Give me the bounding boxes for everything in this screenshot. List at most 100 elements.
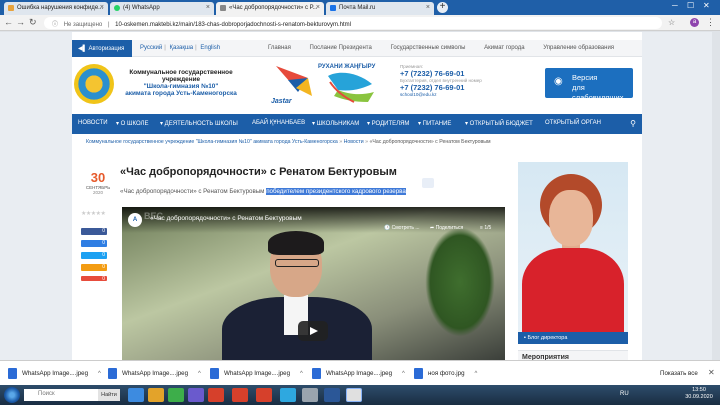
rukhani-zhangyru-logo: РУХАНИ ЖАҢҒЫРУ Jastar xyxy=(268,62,380,108)
share-facebook-button[interactable]: 0 xyxy=(81,228,107,235)
phone-accounting[interactable]: +7 (7232) 76-69-01 xyxy=(400,83,540,92)
watch-later-button[interactable]: 🕑 Смотреть ... xyxy=(384,225,419,231)
new-tab-button[interactable]: + xyxy=(437,2,448,13)
nav-students[interactable]: ▾ ШКОЛЬНИКАМ xyxy=(312,120,359,127)
explorer-folder-icon[interactable] xyxy=(148,388,164,402)
breadcrumb-school[interactable]: Коммунальное государственное учреждение … xyxy=(86,139,338,145)
channel-avatar[interactable]: A xyxy=(128,213,142,227)
browser-tab[interactable]: (4) WhatsApp × xyxy=(110,2,214,15)
share-mail-button[interactable]: 0 xyxy=(81,276,107,282)
share-vk-button[interactable]: 0 xyxy=(81,240,107,247)
browser-tab[interactable]: Ошибка нарушения конфиде... × xyxy=(4,2,108,15)
close-icon[interactable]: × xyxy=(206,4,210,11)
lang-kz[interactable]: Қазақша xyxy=(170,45,194,51)
eye-icon: ◉ xyxy=(554,76,563,87)
share-twitter-button[interactable]: 0 xyxy=(81,252,107,259)
playlist-button[interactable]: ≡ 1/5 xyxy=(480,225,491,231)
app-icon[interactable] xyxy=(302,388,318,402)
show-all-downloads-link[interactable]: Показать все xyxy=(660,370,698,377)
file-image-icon xyxy=(210,368,219,379)
contacts-block: Приемная: +7 (7232) 76-69-01 Бухгалтерия… xyxy=(400,64,540,97)
video-title[interactable]: «Час добропорядочности» с Ренатом Бектур… xyxy=(150,215,302,222)
profile-avatar[interactable]: a xyxy=(690,18,699,27)
menu-kebab-icon[interactable]: ⋮ xyxy=(706,17,715,28)
site-top-bar: ◀▌ Авторизация Русский | Қазақша | English… xyxy=(72,40,642,57)
search-icon[interactable]: ⚲ xyxy=(630,119,636,128)
school-name[interactable]: Коммунальное государственное учреждение … xyxy=(119,69,243,97)
close-icon[interactable]: × xyxy=(100,4,104,11)
word-icon[interactable] xyxy=(324,388,340,402)
browser-tab[interactable]: Почта Mail.ru × xyxy=(326,2,434,15)
director-blog-link[interactable]: ▪ Блог директора xyxy=(518,332,628,344)
downloads-shelf: WhatsApp Image....jpeg ^ WhatsApp Image..… xyxy=(0,360,720,385)
telegram-icon[interactable] xyxy=(280,388,296,402)
login-button[interactable]: ◀▌ Авторизация xyxy=(72,40,132,57)
rating-stars[interactable]: ★★★★★ xyxy=(81,210,106,217)
play-button[interactable] xyxy=(298,321,328,341)
youtube-video-player[interactable]: ВЕС A «Час добропорядочности» с Ренатом … xyxy=(122,207,505,360)
forward-icon[interactable]: → xyxy=(16,17,25,27)
yandex-icon[interactable] xyxy=(256,388,272,402)
director-photo[interactable] xyxy=(518,162,628,332)
translate-icon[interactable] xyxy=(422,178,434,188)
web-page: ◀▌ Авторизация Русский | Қазақша | English… xyxy=(0,32,712,360)
close-icon[interactable]: × xyxy=(316,4,320,11)
yandex-icon[interactable] xyxy=(208,388,224,402)
download-item[interactable]: ноя фото.jpg ^ xyxy=(412,367,477,381)
minimize-icon[interactable]: ─ xyxy=(672,1,678,10)
user-icon: ◀▌ xyxy=(78,46,87,52)
tab-title: Ошибка нарушения конфиде... xyxy=(17,5,104,11)
lang-ru[interactable]: Русский xyxy=(140,45,162,51)
nav-abai[interactable]: АБАЙ ҚҰНАНБАЕВ xyxy=(252,120,305,126)
video-share-button[interactable]: ➦ Поделиться xyxy=(430,225,463,231)
browser-tab-active[interactable]: «Час добропорядочности» с Р... × xyxy=(216,2,324,15)
top-link-home[interactable]: Главная xyxy=(268,45,291,51)
email-link[interactable]: school10@edu.kz xyxy=(400,92,540,97)
media-player-icon[interactable] xyxy=(168,388,184,402)
yandex-icon[interactable] xyxy=(232,388,248,402)
start-button[interactable] xyxy=(4,387,20,403)
url-input[interactable]: ⓘ Не защищено | 10-oskemen.maktebi.kz/ma… xyxy=(44,17,662,29)
nav-parents[interactable]: ▾ РОДИТЕЛЯМ xyxy=(367,120,409,127)
share-ok-button[interactable]: 0 xyxy=(81,264,107,271)
close-icon[interactable]: × xyxy=(426,4,430,11)
accessibility-version-button[interactable]: ◉ Версия для слабовидящих xyxy=(545,68,633,102)
nav-budget[interactable]: ▾ ОТКРЫТЫЙ БЮДЖЕТ xyxy=(465,120,533,127)
nav-activity[interactable]: ▾ ДЕЯТЕЛЬНОСТЬ ШКОЛЫ xyxy=(160,120,238,127)
top-link-education[interactable]: Управление образования xyxy=(543,45,614,51)
ie-icon[interactable] xyxy=(128,388,144,402)
top-link-akimat[interactable]: Акимат города xyxy=(484,45,525,51)
maximize-icon[interactable]: ☐ xyxy=(687,1,694,10)
taskbar-search-button[interactable]: Найти xyxy=(98,389,120,401)
article-title: «Час добропорядочности» с Ренатом Бектур… xyxy=(120,166,397,178)
state-emblem-icon xyxy=(74,64,114,104)
taskbar-search-input[interactable]: Поиск Найти xyxy=(24,389,120,401)
download-item[interactable]: WhatsApp Image....jpeg ^ xyxy=(6,367,101,381)
back-icon[interactable]: ← xyxy=(4,17,13,27)
reload-icon[interactable]: ↻ xyxy=(29,17,37,28)
playlist-icon: ≡ xyxy=(480,225,483,231)
browser-tab-strip: Ошибка нарушения конфиде... × (4) WhatsA… xyxy=(0,0,720,15)
download-item[interactable]: WhatsApp Image....jpeg ^ xyxy=(106,367,201,381)
bookmark-star-icon[interactable]: ☆ xyxy=(668,18,675,27)
globe-icon xyxy=(220,5,226,11)
download-item[interactable]: WhatsApp Image....jpeg ^ xyxy=(208,367,303,381)
system-clock[interactable]: 13:50 30.09.2020 xyxy=(684,387,714,401)
language-indicator[interactable]: RU xyxy=(620,391,629,397)
nav-about[interactable]: ▾ О ШКОЛЕ xyxy=(116,120,148,127)
nav-open-body[interactable]: ОТКРЫТЫЙ ОРГАН xyxy=(545,120,601,126)
nav-food[interactable]: ▾ ПИТАНИЕ xyxy=(418,120,451,127)
phone-reception[interactable]: +7 (7232) 76-69-01 xyxy=(400,69,540,78)
app-icon[interactable] xyxy=(188,388,204,402)
close-icon[interactable]: ✕ xyxy=(708,368,715,377)
lang-en[interactable]: English xyxy=(200,45,220,51)
top-link-symbols[interactable]: Государственные символы xyxy=(390,45,465,51)
chrome-icon[interactable] xyxy=(346,388,362,402)
breadcrumb-news[interactable]: Новости xyxy=(344,139,364,145)
file-image-icon xyxy=(8,368,17,379)
top-link-message[interactable]: Послание Президента xyxy=(310,45,372,51)
close-window-icon[interactable]: ✕ xyxy=(703,1,710,10)
download-item[interactable]: WhatsApp Image....jpeg ^ xyxy=(310,367,405,381)
selected-text: победителем президентского кадрового рез… xyxy=(266,188,406,195)
nav-news[interactable]: НОВОСТИ xyxy=(78,120,108,126)
